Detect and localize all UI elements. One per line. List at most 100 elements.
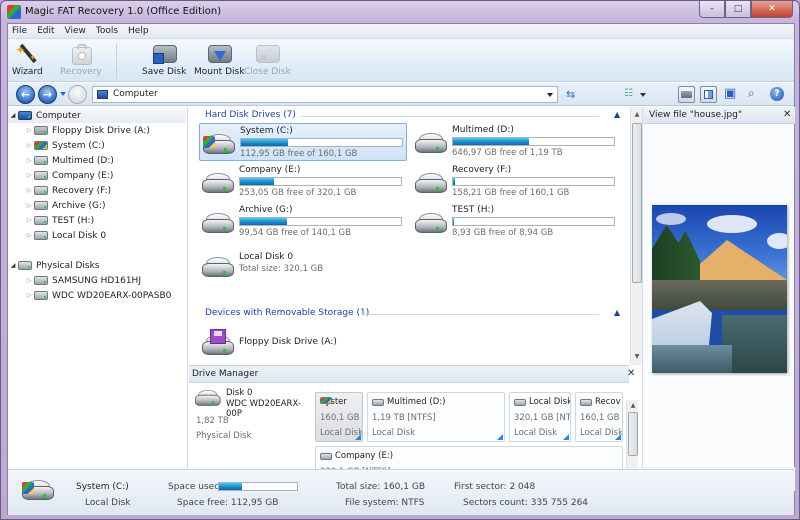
partition-tile[interactable]: Syster 160,1 GB Local Disk bbox=[315, 392, 363, 442]
app-window: Magic FAT Recovery 1.0 (Office Edition) … bbox=[0, 0, 800, 520]
collapse-icon[interactable]: ◢ bbox=[8, 112, 18, 119]
explorer-scrollbar[interactable]: ▲ ▼ bbox=[630, 107, 642, 365]
hard-drive-icon bbox=[34, 291, 48, 300]
tree-item-drive[interactable]: ▷ Company (E:) bbox=[24, 168, 114, 183]
expand-icon[interactable]: ▷ bbox=[24, 277, 34, 284]
computer-icon bbox=[18, 111, 32, 120]
hard-drive-icon bbox=[580, 398, 592, 406]
collapse-group-icon[interactable]: ▲ bbox=[614, 308, 620, 317]
save-icon[interactable]: ▣ bbox=[724, 86, 736, 101]
hard-drive-icon bbox=[34, 216, 48, 225]
tree-item-computer[interactable]: ◢ Computer bbox=[8, 108, 186, 123]
drive-tile[interactable]: Company (E:) 253,05 GB free of 320,1 GB bbox=[199, 163, 407, 201]
hard-drive-icon bbox=[415, 133, 447, 155]
resize-corner-icon bbox=[355, 434, 361, 440]
drive-tile[interactable]: Local Disk 0 Total size: 320,1 GB bbox=[199, 247, 407, 285]
expand-icon[interactable]: ▷ bbox=[24, 292, 34, 299]
collapse-group-icon[interactable]: ▲ bbox=[614, 110, 620, 119]
tree-item-physical-disks[interactable]: ◢ Physical Disks bbox=[8, 258, 100, 273]
expand-icon[interactable]: ▷ bbox=[24, 232, 34, 239]
close-viewer-icon[interactable]: ✕ bbox=[783, 107, 791, 123]
drive-tile[interactable]: Multimed (D:) 646,97 GB free of 1,19 TB bbox=[412, 123, 620, 161]
recovery-button[interactable]: Recovery bbox=[60, 41, 102, 77]
file-viewer-panel: View file "house.jpg" ✕ ↺ ⟲ ↻ bbox=[642, 107, 795, 492]
expand-icon[interactable]: ▷ bbox=[24, 157, 34, 164]
hard-drive-icon bbox=[34, 156, 48, 165]
expand-icon[interactable]: ▷ bbox=[24, 127, 34, 134]
expand-icon[interactable]: ▷ bbox=[24, 217, 34, 224]
tree-item-drive[interactable]: ▷ Floppy Disk Drive (A:) bbox=[24, 123, 150, 138]
tree-item-physical-disk[interactable]: ▷ WDC WD20EARX-00PASB0 bbox=[24, 288, 172, 303]
history-dropdown-icon[interactable] bbox=[60, 92, 66, 96]
address-field[interactable]: Computer bbox=[92, 86, 558, 103]
drive-view-icon[interactable] bbox=[678, 86, 695, 103]
partition-tile[interactable]: Local Disk 320,1 GB [NTI Local Disk bbox=[509, 392, 571, 442]
floppy-drive-icon bbox=[202, 329, 234, 357]
tree-item-drive[interactable]: ▷ System (C:) bbox=[24, 138, 105, 153]
physical-disk-info[interactable]: Disk 0 WDC WD20EARX-00P 1,82 TB Physical… bbox=[192, 388, 310, 448]
menu-view[interactable]: View bbox=[65, 26, 86, 36]
title-bar[interactable]: Magic FAT Recovery 1.0 (Office Edition) … bbox=[1, 1, 799, 23]
tree-item-drive[interactable]: ▷ Local Disk 0 bbox=[24, 228, 106, 243]
drive-tile[interactable]: Archive (G:) 99,54 GB free of 140,1 GB bbox=[199, 203, 407, 241]
mount-disk-button[interactable]: Mount Disk bbox=[194, 41, 244, 77]
windows-drive-icon bbox=[22, 480, 54, 502]
up-icon[interactable] bbox=[68, 85, 87, 104]
sectors-count: Sectors count: 335 755 264 bbox=[463, 498, 589, 508]
hard-disk-drives-group[interactable]: Hard Disk Drives (7) bbox=[205, 110, 296, 120]
partition-tile[interactable]: Recov 160,1 GB [ Local Disk bbox=[575, 392, 623, 442]
scroll-thumb[interactable] bbox=[628, 412, 638, 456]
address-dropdown-icon[interactable] bbox=[547, 93, 553, 97]
close-panel-icon[interactable]: ✕ bbox=[627, 366, 635, 382]
drive-tile[interactable]: System (C:) 112,95 GB free of 160,1 GB bbox=[199, 123, 407, 161]
viewer-header: View file "house.jpg" ✕ bbox=[643, 107, 795, 124]
first-sector: First sector: 2 048 bbox=[454, 482, 536, 492]
hard-drive-icon bbox=[372, 398, 384, 406]
search-icon[interactable]: ⌕ bbox=[748, 86, 755, 101]
forward-icon[interactable]: → bbox=[38, 85, 57, 104]
drive-tile[interactable]: Floppy Disk Drive (A:) bbox=[199, 325, 407, 363]
partition-tile[interactable]: Multimed (D:) 1,19 TB [NTFS] Local Disk bbox=[367, 392, 505, 442]
selected-drive-name: System (C:) bbox=[76, 482, 129, 492]
hard-drive-icon bbox=[34, 171, 48, 180]
tree-item-drive[interactable]: ▷ TEST (H:) bbox=[24, 213, 94, 228]
expand-icon[interactable]: ▷ bbox=[24, 187, 34, 194]
tree-item-physical-disk[interactable]: ▷ SAMSUNG HD161HJ bbox=[24, 273, 141, 288]
wizard-button[interactable]: ✦ ✦ Wizard bbox=[12, 41, 43, 77]
menu-help[interactable]: Help bbox=[128, 26, 149, 36]
expand-icon[interactable]: ▷ bbox=[24, 172, 34, 179]
preview-pane-icon[interactable] bbox=[700, 86, 717, 103]
view-options-dropdown-icon[interactable] bbox=[640, 93, 646, 97]
space-used-label: Space used: bbox=[168, 482, 223, 492]
tree-item-drive[interactable]: ▷ Multimed (D:) bbox=[24, 153, 114, 168]
drive-explorer: Hard Disk Drives (7) ▲ System (C:) 112,9… bbox=[189, 107, 642, 365]
group-divider bbox=[361, 314, 599, 315]
close-button[interactable]: ✕ bbox=[751, 1, 793, 18]
scroll-up-icon[interactable]: ▲ bbox=[627, 400, 639, 412]
expand-icon[interactable]: ▷ bbox=[24, 142, 34, 149]
menu-tools[interactable]: Tools bbox=[96, 26, 118, 36]
expand-icon[interactable]: ▷ bbox=[24, 202, 34, 209]
tree-item-drive[interactable]: ▷ Recovery (F:) bbox=[24, 183, 111, 198]
refresh-icon[interactable]: ⇆ bbox=[566, 88, 575, 101]
scroll-thumb[interactable] bbox=[632, 123, 642, 283]
collapse-icon[interactable]: ◢ bbox=[8, 262, 18, 269]
menu-edit[interactable]: Edit bbox=[37, 26, 54, 36]
drive-tile[interactable]: Recovery (F:) 158,21 GB free of 160,1 GB bbox=[412, 163, 620, 201]
first-aid-kit-icon bbox=[67, 41, 95, 67]
hard-drive-icon bbox=[514, 398, 526, 406]
group-divider bbox=[301, 116, 599, 117]
back-icon[interactable]: ← bbox=[16, 85, 35, 104]
save-disk-button[interactable]: Save Disk bbox=[142, 41, 186, 77]
menu-file[interactable]: File bbox=[12, 26, 27, 36]
close-disk-button[interactable]: ✕ Close Disk bbox=[244, 41, 291, 77]
help-icon[interactable]: ? bbox=[770, 87, 784, 101]
floppy-icon bbox=[34, 126, 48, 135]
minimize-button[interactable]: – bbox=[699, 1, 725, 18]
maximize-button[interactable]: □ bbox=[725, 1, 751, 18]
removable-storage-group[interactable]: Devices with Removable Storage (1) bbox=[205, 308, 369, 318]
tree-item-drive[interactable]: ▷ Archive (G:) bbox=[24, 198, 106, 213]
drive-tile[interactable]: TEST (H:) 8,93 GB free of 8,94 GB bbox=[412, 203, 620, 241]
view-options-icon[interactable]: ☷ bbox=[624, 88, 633, 99]
save-disk-icon bbox=[150, 41, 178, 67]
